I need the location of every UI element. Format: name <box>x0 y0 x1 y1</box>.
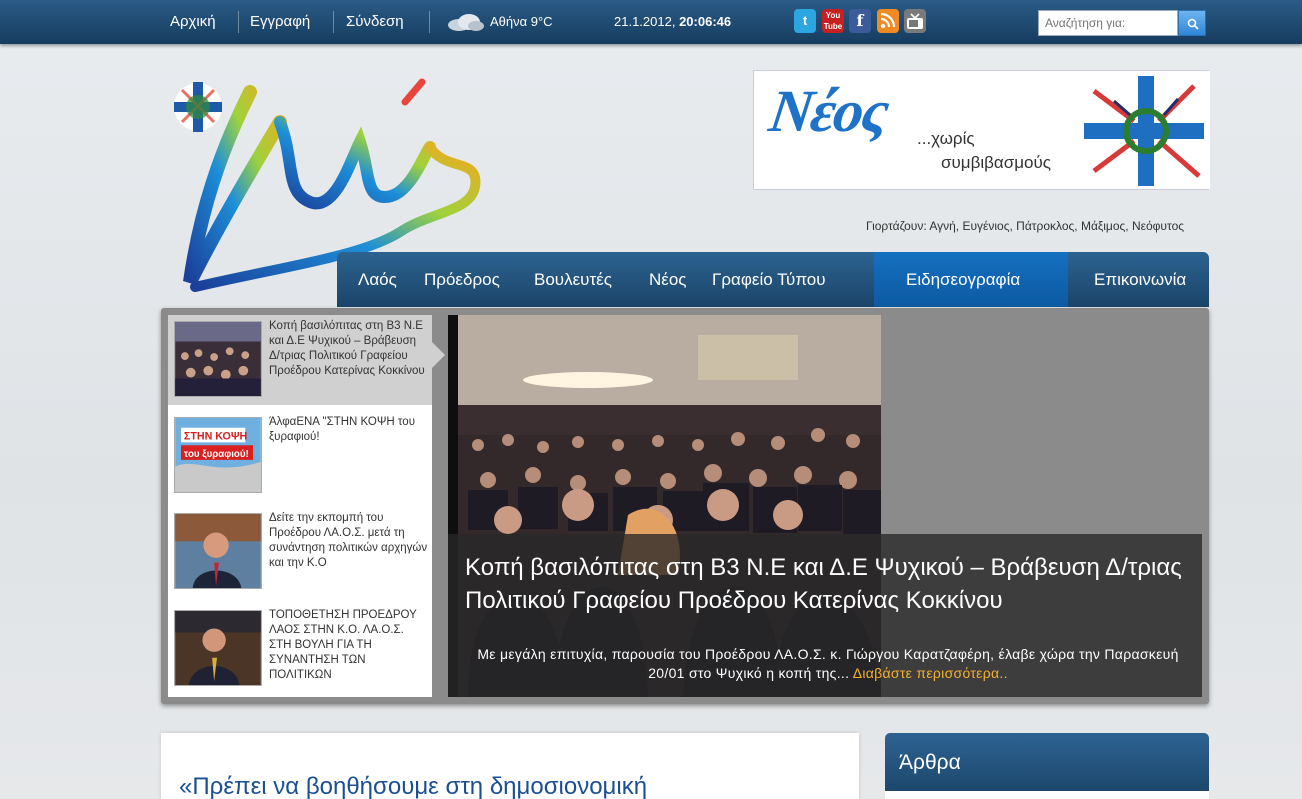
cloud-icon <box>448 14 484 31</box>
slider-item[interactable]: ΤΟΠΟΘΕΤΗΣΗ ΠΡΟΕΔΡΟΥ ΛΑΟΣ ΣΤΗΝ Κ.Ο. ΛΑ.Ο.… <box>168 604 432 694</box>
login-link[interactable]: Σύνδεση <box>346 13 404 30</box>
time-text: 20:06:46 <box>679 14 732 29</box>
divider <box>429 11 430 33</box>
facebook-icon[interactable]: f <box>849 9 871 33</box>
active-item-arrow <box>432 342 445 368</box>
thumbnail: ΣΤΗΝ ΚΟΨΗ του ξυραφιού! <box>174 417 262 493</box>
thumbnail <box>174 610 262 686</box>
slider-item-title: ΆλφαΕΝΑ "ΣΤΗΝ ΚΟΨΗ του ξυραφιού! <box>269 416 415 443</box>
featured-description-text: Με μεγάλη επιτυχία, παρουσία του Προέδρο… <box>477 646 1179 681</box>
sidebar-body <box>885 791 1209 799</box>
search-input[interactable] <box>1038 10 1178 36</box>
articles-sidebar: Άρθρα <box>885 733 1209 799</box>
neos-banner[interactable]: Νέος ...χωρίς συμβιβασμούς <box>753 70 1210 190</box>
nav-contact[interactable]: Επικοινωνία <box>1094 270 1186 290</box>
nav-president[interactable]: Πρόεδρος <box>424 270 500 290</box>
slider-item-title: Δείτε την εκπομπή του Προέδρου ΛΑ.Ο.Σ. μ… <box>269 512 428 569</box>
namedays-text: Γιορτάζουν: Αγνή, Ευγένιος, Πάτροκλος, Μ… <box>866 219 1185 233</box>
register-link[interactable]: Εγγραφή <box>250 13 310 30</box>
weather-text: Αθήνα 9°C <box>490 14 553 29</box>
youtube-icon[interactable]: You Tube <box>822 9 844 33</box>
slider-item-title: ΤΟΠΟΘΕΤΗΣΗ ΠΡΟΕΔΡΟΥ ΛΑΟΣ ΣΤΗΝ Κ.Ο. ΛΑ.Ο.… <box>269 609 417 681</box>
nav-news[interactable]: Ειδησεογραφία <box>906 270 1020 290</box>
rss-icon[interactable] <box>877 9 899 33</box>
slider-item[interactable]: Κοπή βασιλόπιτας στη Β3 Ν.Ε και Δ.Ε Ψυχι… <box>168 315 432 405</box>
thumb-text-2: του ξυραφιού! <box>184 449 249 460</box>
tv-icon[interactable] <box>904 9 926 33</box>
thumbnail <box>174 321 262 397</box>
read-more-link[interactable]: Διαβάστε περισσότερα.. <box>853 665 1008 681</box>
banner-line-1: ...χωρίς <box>917 129 975 148</box>
featured-title[interactable]: Κοπή βασιλόπιτας στη Β3 Ν.Ε και Δ.Ε Ψυχι… <box>465 551 1195 617</box>
thumb-text-1: ΣΤΗΝ ΚΟΨΗ <box>184 430 248 442</box>
datetime: 21.1.2012, 20:06:46 <box>614 14 731 29</box>
flag-graphic <box>1074 71 1210 189</box>
banner-line-2: συμβιβασμούς <box>941 153 1051 172</box>
main-nav: Λαός Πρόεδρος Βουλευτές Νέος Γραφείο Τύπ… <box>337 252 1209 307</box>
nav-neos[interactable]: Νέος <box>649 270 687 290</box>
slider-item-title: Κοπή βασιλόπιτας στη Β3 Ν.Ε και Δ.Ε Ψυχι… <box>269 320 425 377</box>
nav-mps[interactable]: Βουλευτές <box>534 270 612 290</box>
sidebar-title: Άρθρα <box>899 751 961 774</box>
search-icon <box>1187 18 1199 30</box>
news-slider: Κοπή βασιλόπιτας στη Β3 Ν.Ε και Δ.Ε Ψυχι… <box>161 308 1209 704</box>
featured-caption: Κοπή βασιλόπιτας στη Β3 Ν.Ε και Δ.Ε Ψυχι… <box>448 534 1202 697</box>
slider-list: Κοπή βασιλόπιτας στη Β3 Ν.Ε και Δ.Ε Ψυχι… <box>168 315 432 697</box>
banner-brand: Νέος <box>765 78 892 144</box>
divider <box>238 11 239 33</box>
date-text: 21.1.2012, <box>614 14 676 29</box>
thumbnail <box>174 513 262 589</box>
search-button[interactable] <box>1178 10 1206 36</box>
nav-press-office[interactable]: Γραφείο Τύπου <box>712 270 826 290</box>
nav-laos[interactable]: Λαός <box>358 270 397 290</box>
home-link[interactable]: Αρχική <box>170 13 216 30</box>
twitter-icon[interactable]: t <box>794 9 816 33</box>
featured-description: Με μεγάλη επιτυχία, παρουσία του Προέδρο… <box>458 645 1198 683</box>
article-card: «Πρέπει να βοηθήσουμε στη δημοσιονομική <box>161 733 859 799</box>
slider-item[interactable]: ΣΤΗΝ ΚΟΨΗ του ξυραφιού! ΆλφαΕΝΑ "ΣΤΗΝ ΚΟ… <box>168 411 432 501</box>
top-bar: Αρχική Εγγραφή Σύνδεση Αθήνα 9°C 21.1.20… <box>0 0 1302 44</box>
divider <box>333 11 334 33</box>
article-title[interactable]: «Πρέπει να βοηθήσουμε στη δημοσιονομική <box>179 773 647 799</box>
slider-item[interactable]: Δείτε την εκπομπή του Προέδρου ΛΑ.Ο.Σ. μ… <box>168 507 432 597</box>
